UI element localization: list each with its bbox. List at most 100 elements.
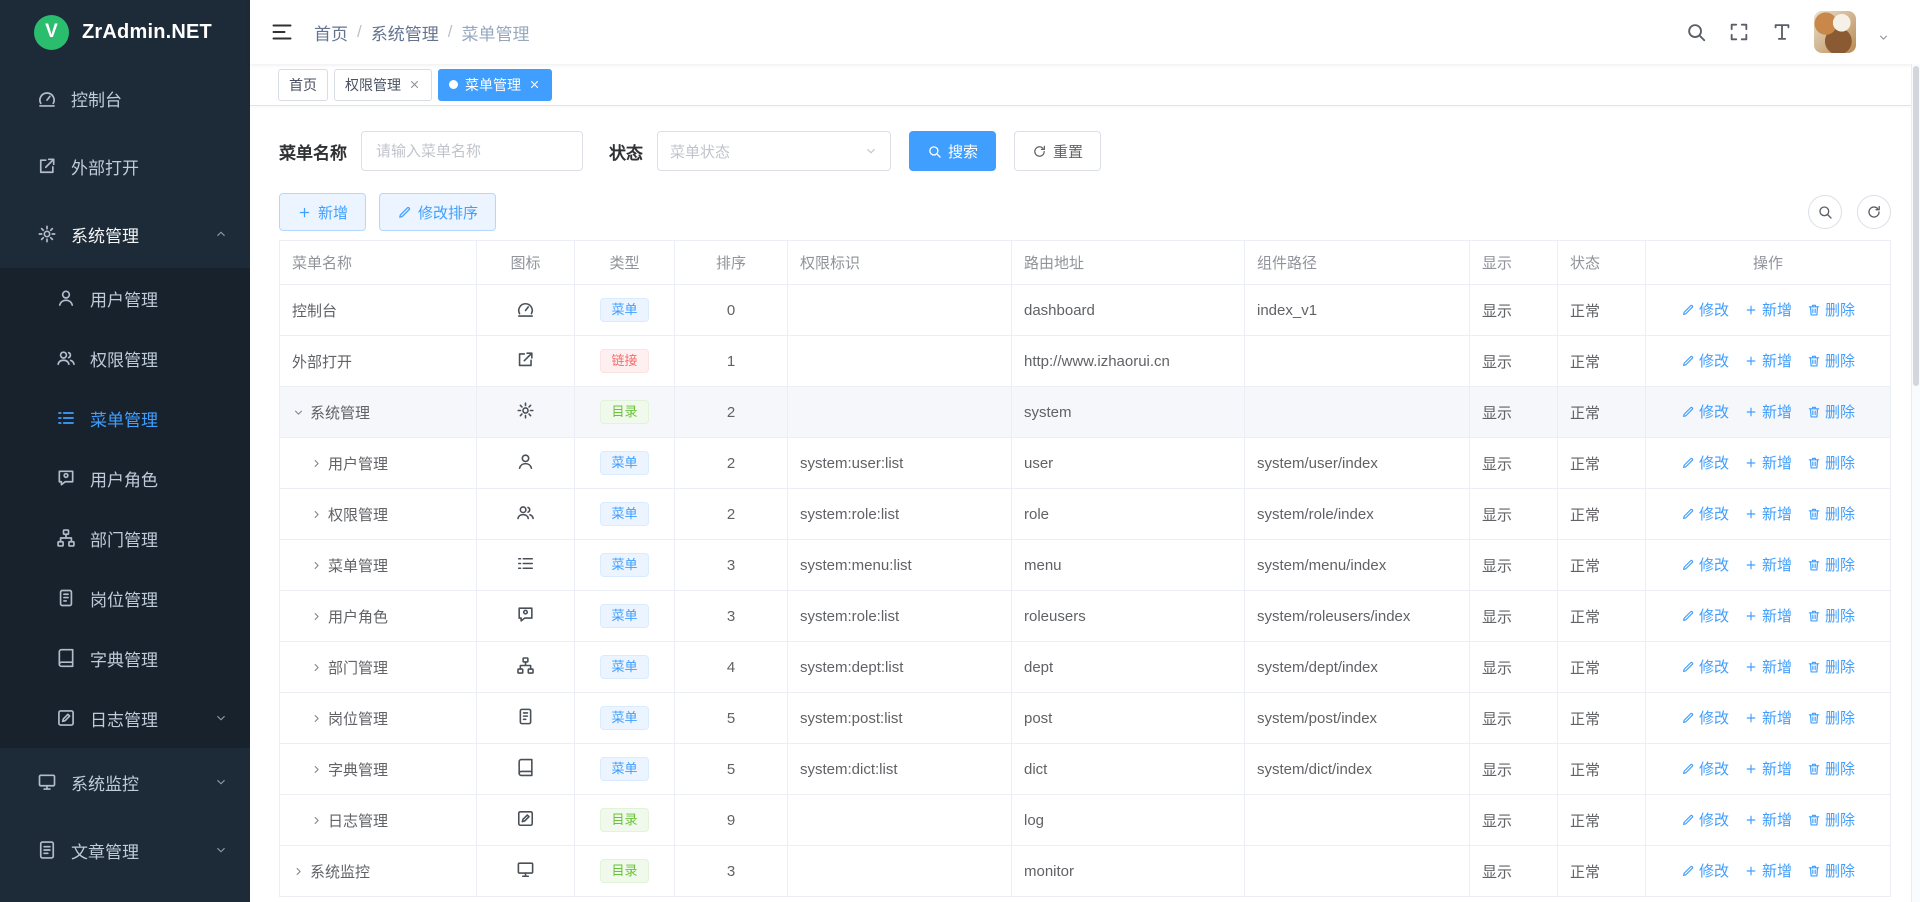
row-add-button[interactable]: 新增 xyxy=(1744,299,1792,320)
avatar-caret-icon[interactable] xyxy=(1877,31,1890,44)
tab-权限管理[interactable]: 权限管理 xyxy=(334,69,432,101)
delete-icon xyxy=(1807,354,1821,368)
row-delete-button[interactable]: 删除 xyxy=(1807,707,1855,728)
tab-close-icon[interactable] xyxy=(528,78,541,91)
table-row[interactable]: 字典管理菜单5system:dict:listdictsystem/dict/i… xyxy=(280,744,1891,795)
table-row[interactable]: 用户管理菜单2system:user:listusersystem/user/i… xyxy=(280,438,1891,489)
sort-edit-button-label: 修改排序 xyxy=(418,202,478,223)
tab-菜单管理[interactable]: 菜单管理 xyxy=(438,69,552,101)
scrollbar[interactable] xyxy=(1911,64,1920,902)
chevron-right-icon[interactable] xyxy=(310,559,323,572)
breadcrumb-item[interactable]: 系统管理 xyxy=(371,20,439,45)
sidebar-item-user[interactable]: 用户管理 xyxy=(0,268,250,328)
table-row[interactable]: 系统管理目录2system显示正常修改新增删除 xyxy=(280,387,1891,438)
breadcrumb-item[interactable]: 首页 xyxy=(314,20,348,45)
row-delete-button[interactable]: 删除 xyxy=(1807,554,1855,575)
row-edit-button[interactable]: 修改 xyxy=(1681,299,1729,320)
chevron-right-icon[interactable] xyxy=(292,865,305,878)
add-button[interactable]: 新增 xyxy=(279,193,366,231)
row-add-button[interactable]: 新增 xyxy=(1744,809,1792,830)
row-delete-button[interactable]: 删除 xyxy=(1807,758,1855,779)
sidebar-item-external[interactable]: 外部打开 xyxy=(0,132,250,200)
row-delete-button[interactable]: 删除 xyxy=(1807,656,1855,677)
sidebar-item-monitor[interactable]: 系统监控 xyxy=(0,748,250,816)
row-edit-button[interactable]: 修改 xyxy=(1681,452,1729,473)
sidebar-item-dept[interactable]: 部门管理 xyxy=(0,508,250,568)
sidebar-item-post[interactable]: 岗位管理 xyxy=(0,568,250,628)
row-edit-button[interactable]: 修改 xyxy=(1681,350,1729,371)
sidebar-item-article[interactable]: 文章管理 xyxy=(0,816,250,884)
row-delete-button[interactable]: 删除 xyxy=(1807,860,1855,881)
row-delete-button[interactable]: 删除 xyxy=(1807,452,1855,473)
chevron-right-icon[interactable] xyxy=(310,661,323,674)
row-delete-button[interactable]: 删除 xyxy=(1807,503,1855,524)
table-row[interactable]: 外部打开链接1http://www.izhaorui.cn显示正常修改新增删除 xyxy=(280,336,1891,387)
row-add-button[interactable]: 新增 xyxy=(1744,503,1792,524)
sidebar-item-dict[interactable]: 字典管理 xyxy=(0,628,250,688)
tab-close-icon[interactable] xyxy=(408,78,421,91)
reset-button[interactable]: 重置 xyxy=(1014,131,1101,171)
chevron-right-icon[interactable] xyxy=(310,712,323,725)
sidebar-item-menu[interactable]: 菜单管理 xyxy=(0,388,250,448)
chevron-right-icon[interactable] xyxy=(310,457,323,470)
row-delete-button[interactable]: 删除 xyxy=(1807,401,1855,422)
fullscreen-button[interactable] xyxy=(1728,21,1750,43)
font-size-button[interactable] xyxy=(1771,21,1793,43)
menu-name-cell: 用户管理 xyxy=(328,453,388,474)
search-button[interactable]: 搜索 xyxy=(909,131,996,171)
scrollbar-thumb[interactable] xyxy=(1913,66,1919,386)
row-add-button[interactable]: 新增 xyxy=(1744,350,1792,371)
row-delete-button[interactable]: 删除 xyxy=(1807,350,1855,371)
header-search-button[interactable] xyxy=(1685,21,1707,43)
row-delete-button[interactable]: 删除 xyxy=(1807,605,1855,626)
row-add-button[interactable]: 新增 xyxy=(1744,860,1792,881)
row-edit-button[interactable]: 修改 xyxy=(1681,656,1729,677)
row-delete-button[interactable]: 删除 xyxy=(1807,809,1855,830)
table-row[interactable]: 部门管理菜单4system:dept:listdeptsystem/dept/i… xyxy=(280,642,1891,693)
row-edit-button[interactable]: 修改 xyxy=(1681,401,1729,422)
row-add-button[interactable]: 新增 xyxy=(1744,656,1792,677)
row-edit-button[interactable]: 修改 xyxy=(1681,707,1729,728)
status-select[interactable]: 菜单状态 xyxy=(657,131,891,171)
table-row[interactable]: 用户角色菜单3system:role:listroleuserssystem/r… xyxy=(280,591,1891,642)
row-edit-button[interactable]: 修改 xyxy=(1681,809,1729,830)
chevron-right-icon[interactable] xyxy=(310,763,323,776)
sidebar-item-log[interactable]: 日志管理 xyxy=(0,688,250,748)
sidebar-item-dashboard[interactable]: 控制台 xyxy=(0,64,250,132)
table-row[interactable]: 日志管理目录9log显示正常修改新增删除 xyxy=(280,795,1891,846)
menu-name-input[interactable] xyxy=(361,131,583,171)
sort-edit-button[interactable]: 修改排序 xyxy=(379,193,496,231)
row-delete-button[interactable]: 删除 xyxy=(1807,299,1855,320)
row-add-button[interactable]: 新增 xyxy=(1744,452,1792,473)
row-edit-button[interactable]: 修改 xyxy=(1681,503,1729,524)
chevron-right-icon[interactable] xyxy=(310,814,323,827)
row-edit-button[interactable]: 修改 xyxy=(1681,605,1729,626)
table-row[interactable]: 菜单管理菜单3system:menu:listmenusystem/menu/i… xyxy=(280,540,1891,591)
table-row[interactable]: 岗位管理菜单5system:post:listpostsystem/post/i… xyxy=(280,693,1891,744)
tab-首页[interactable]: 首页 xyxy=(278,69,328,101)
sidebar-item-system[interactable]: 系统管理 xyxy=(0,200,250,268)
table-row[interactable]: 系统监控目录3monitor显示正常修改新增删除 xyxy=(280,846,1891,897)
chevron-down-icon[interactable] xyxy=(292,406,305,419)
logo[interactable]: V ZrAdmin.NET xyxy=(0,0,250,64)
book-icon xyxy=(516,758,535,777)
row-edit-button[interactable]: 修改 xyxy=(1681,758,1729,779)
row-add-button[interactable]: 新增 xyxy=(1744,707,1792,728)
toggle-search-button[interactable] xyxy=(1808,195,1842,229)
row-add-button[interactable]: 新增 xyxy=(1744,401,1792,422)
row-edit-button[interactable]: 修改 xyxy=(1681,860,1729,881)
row-edit-button[interactable]: 修改 xyxy=(1681,554,1729,575)
sidebar-toggle-icon[interactable] xyxy=(270,20,294,44)
refresh-table-button[interactable] xyxy=(1857,195,1891,229)
avatar[interactable] xyxy=(1814,11,1856,53)
chevron-right-icon[interactable] xyxy=(310,508,323,521)
table-row[interactable]: 控制台菜单0dashboardindex_v1显示正常修改新增删除 xyxy=(280,285,1891,336)
row-add-button[interactable]: 新增 xyxy=(1744,554,1792,575)
row-add-button[interactable]: 新增 xyxy=(1744,758,1792,779)
table-row[interactable]: 权限管理菜单2system:role:listrolesystem/role/i… xyxy=(280,489,1891,540)
sidebar-item-role[interactable]: 权限管理 xyxy=(0,328,250,388)
row-add-button[interactable]: 新增 xyxy=(1744,605,1792,626)
chevron-down-icon xyxy=(214,711,228,725)
chevron-right-icon[interactable] xyxy=(310,610,323,623)
sidebar-item-roleusers[interactable]: 用户角色 xyxy=(0,448,250,508)
